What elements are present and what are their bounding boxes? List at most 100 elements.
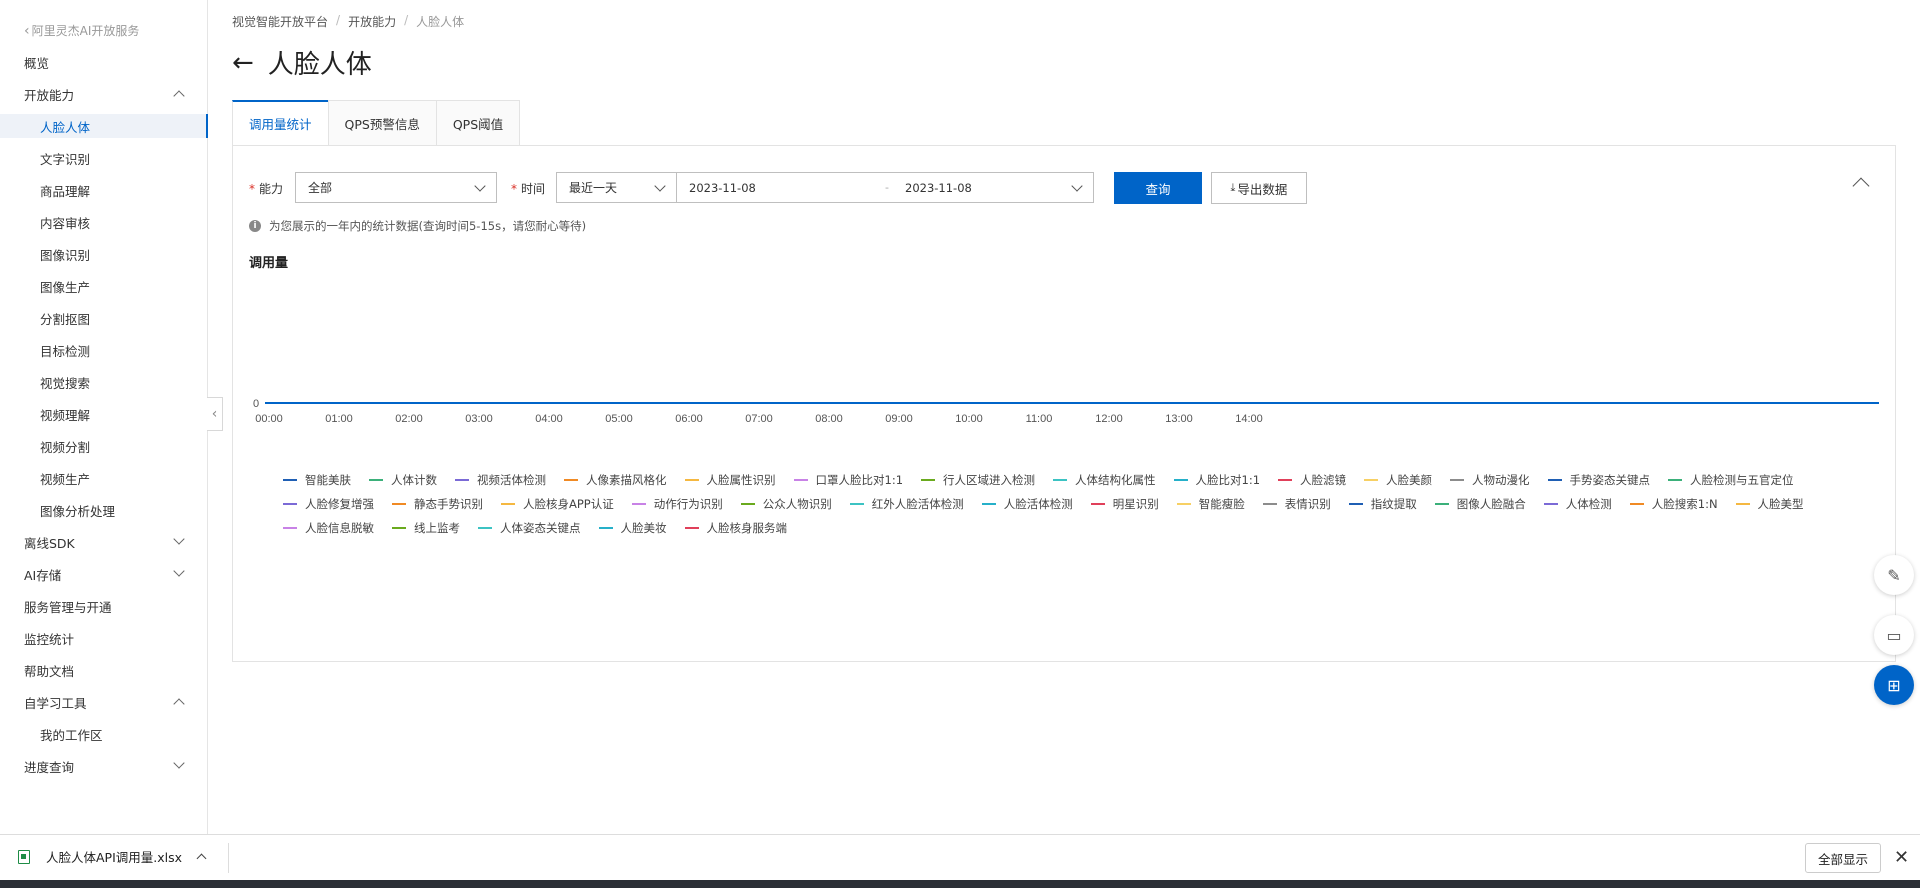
tab-qps-alerts[interactable]: QPS预警信息 (327, 100, 436, 146)
page-header: ← 人脸人体 (232, 44, 372, 81)
sidebar-item[interactable]: AI存储 (0, 562, 207, 586)
legend-item[interactable]: 人脸核身服务端 (684, 516, 787, 540)
legend-item[interactable]: 公众人物识别 (740, 492, 832, 516)
breadcrumb-item[interactable]: 视觉智能开放平台 (232, 13, 328, 30)
sidebar-item[interactable]: 视觉搜索 (0, 370, 207, 394)
sidebar-item-label: 监控统计 (24, 631, 75, 647)
download-item[interactable]: 人脸人体API调用量.xlsx (18, 847, 207, 866)
legend-item[interactable]: 表情识别 (1262, 492, 1331, 516)
sidebar-item[interactable]: 视频生产 (0, 466, 207, 490)
sidebar-item-label: 分割抠图 (40, 311, 91, 327)
legend-item[interactable]: 静态手势识别 (392, 492, 483, 516)
legend-label: 行人区域进入检测 (943, 473, 1036, 487)
legend-item[interactable]: 人体姿态关键点 (478, 516, 581, 540)
sidebar-item[interactable]: 视频理解 (0, 402, 207, 426)
legend-item[interactable]: 人脸美妆 (598, 516, 667, 540)
legend-item[interactable]: 智能美肤 (283, 468, 351, 492)
legend-item[interactable]: 明星识别 (1090, 492, 1159, 516)
legend-swatch (849, 503, 864, 505)
legend-item[interactable]: 人脸比对1:1 (1173, 468, 1260, 492)
breadcrumb-item[interactable]: 开放能力 (348, 13, 396, 30)
legend-item[interactable]: 人脸信息脱敏 (283, 516, 374, 540)
legend-item[interactable]: 人像素描风格化 (564, 468, 667, 492)
tab-bar: 调用量统计 QPS预警信息 QPS阈值 (232, 100, 521, 146)
ability-select[interactable]: 全部 (295, 172, 497, 203)
sidebar-item[interactable]: 服务管理与开通 (0, 594, 207, 618)
legend-item[interactable]: 人体结构化属性 (1053, 468, 1156, 492)
sidebar-item[interactable]: 自学习工具 (0, 690, 207, 714)
chevron-up-icon[interactable] (196, 853, 207, 864)
apps-button[interactable]: ⊞ (1874, 665, 1914, 705)
legend-swatch (1364, 479, 1379, 481)
show-all-button[interactable]: 全部显示 (1805, 843, 1882, 873)
legend-item[interactable]: 行人区域进入检测 (921, 468, 1035, 492)
chart-legend: 智能美肤 人体计数 视频活体检测 人像素描风格化 人脸属性识别 口罩人脸比对1:1 行人区域… (283, 468, 1863, 540)
edit-feedback-button[interactable]: ✎ (1874, 555, 1914, 595)
x-tick-label: 09:00 (885, 413, 913, 425)
back-arrow-icon[interactable]: ← (232, 50, 254, 76)
legend-label: 明星识别 (1112, 497, 1159, 511)
chevron-up-icon (173, 90, 185, 102)
ability-label-text: 能力 (259, 182, 284, 196)
legend-item[interactable]: 红外人脸活体检测 (849, 492, 964, 516)
date-range-picker[interactable]: 2023-11-08 - 2023-11-08 (676, 172, 1094, 203)
legend-item[interactable]: 人脸美型 (1735, 492, 1804, 516)
legend-label: 人脸信息脱敏 (305, 521, 374, 535)
legend-item[interactable]: 人脸检测与五官定位 (1668, 468, 1794, 492)
legend-item[interactable]: 视频活体检测 (455, 468, 546, 492)
sidebar-item[interactable]: 内容审核 (0, 210, 207, 234)
sidebar-item[interactable]: 监控统计 (0, 626, 207, 650)
legend-item[interactable]: 人脸搜索1:N (1629, 492, 1718, 516)
brand-back-link[interactable]: ‹ 阿里灵杰AI开放服务 (24, 22, 139, 39)
legend-item[interactable]: 智能瘦脸 (1176, 492, 1245, 516)
legend-label: 智能美肤 (305, 473, 351, 487)
chat-button[interactable]: ▭ (1874, 615, 1914, 655)
legend-item[interactable]: 人脸滤镜 (1278, 468, 1346, 492)
excel-file-icon (18, 849, 30, 864)
legend-item[interactable]: 人脸属性识别 (684, 468, 776, 492)
sidebar-item[interactable]: 目标检测 (0, 338, 207, 362)
tab-qps-threshold[interactable]: QPS阈值 (435, 100, 521, 146)
date-end[interactable]: 2023-11-08 (905, 181, 972, 195)
legend-label: 人像素描风格化 (586, 473, 667, 487)
chevron-down-icon (173, 565, 185, 577)
legend-item[interactable]: 手势姿态关键点 (1547, 468, 1650, 492)
sidebar-item[interactable]: 我的工作区 (0, 722, 207, 746)
export-data-button[interactable]: ⤓ 导出数据 (1211, 172, 1307, 204)
legend-item[interactable]: 指纹提取 (1348, 492, 1417, 516)
sidebar-item[interactable]: 文字识别 (0, 146, 207, 170)
sidebar-item[interactable]: 帮助文档 (0, 658, 207, 682)
collapse-filters-icon[interactable] (1852, 177, 1870, 195)
legend-item[interactable]: 人体计数 (369, 468, 437, 492)
sidebar-item[interactable]: 商品理解 (0, 178, 207, 202)
legend-item[interactable]: 人体检测 (1543, 492, 1612, 516)
legend-item[interactable]: 人物动漫化 (1450, 468, 1530, 492)
tab-usage-stats[interactable]: 调用量统计 (232, 100, 328, 146)
sidebar-item[interactable]: 视频分割 (0, 434, 207, 458)
sidebar-item[interactable]: 图像识别 (0, 242, 207, 266)
legend-swatch (1348, 503, 1363, 505)
legend-item[interactable]: 线上监考 (392, 516, 460, 540)
sidebar-item[interactable]: 人脸人体 (0, 114, 208, 138)
legend-item[interactable]: 口罩人脸比对1:1 (793, 468, 903, 492)
sidebar-collapse-handle[interactable]: ‹ (207, 397, 223, 431)
legend-item[interactable]: 人脸核身APP认证 (501, 492, 614, 516)
sidebar-item[interactable]: 进度查询 (0, 754, 207, 778)
legend-item[interactable]: 人脸修复增强 (283, 492, 374, 516)
sidebar-item[interactable]: 分割抠图 (0, 306, 207, 330)
sidebar-item[interactable]: 图像生产 (0, 274, 207, 298)
time-range-select[interactable]: 最近一天 (556, 172, 677, 203)
legend-item[interactable]: 人脸活体检测 (981, 492, 1073, 516)
legend-item[interactable]: 人脸美颜 (1364, 468, 1432, 492)
sidebar-item[interactable]: 图像分析处理 (0, 498, 207, 522)
query-button[interactable]: 查询 (1114, 172, 1202, 204)
sidebar-item[interactable]: 离线SDK (0, 530, 207, 554)
legend-item[interactable]: 图像人脸融合 (1434, 492, 1526, 516)
legend-label: 指纹提取 (1370, 497, 1417, 511)
date-start[interactable]: 2023-11-08 (689, 181, 756, 195)
close-icon[interactable]: ✕ (1894, 847, 1909, 868)
sidebar-item-label: 开放能力 (24, 87, 75, 103)
legend-item[interactable]: 动作行为识别 (631, 492, 723, 516)
sidebar-item[interactable]: 概览 (0, 50, 207, 74)
sidebar-item[interactable]: 开放能力 (0, 82, 207, 106)
